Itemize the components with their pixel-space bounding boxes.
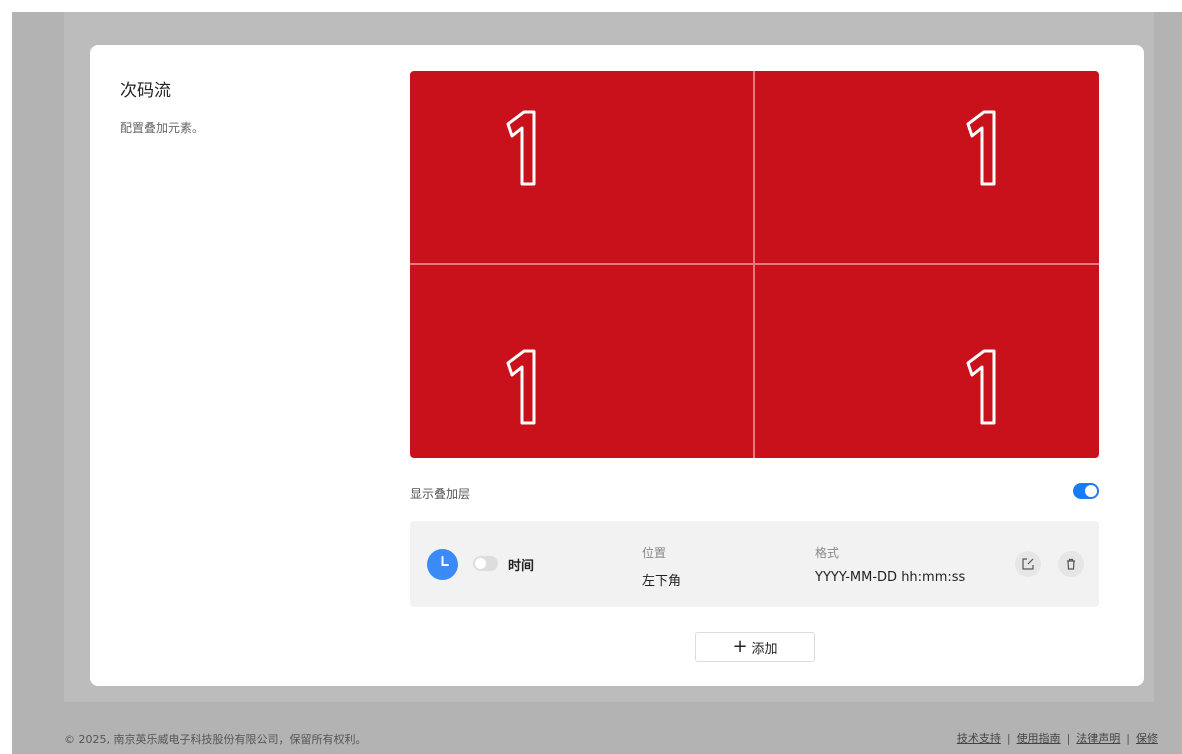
page-footer: © 2025, 南京英乐威电子科技股份有限公司，保留所有权利。 技术支持 | 使… <box>12 716 1182 754</box>
footer-separator: | <box>1126 731 1130 745</box>
tile-number-bottom-left <box>506 349 536 425</box>
format-value: YYYY-MM-DD hh:mm:ss <box>815 570 966 585</box>
edit-button[interactable] <box>1015 551 1041 577</box>
video-preview <box>410 71 1099 458</box>
format-label: 格式 <box>815 546 840 560</box>
preview-divider-horizontal <box>410 263 1099 265</box>
add-overlay-button[interactable]: + 添加 <box>695 632 815 662</box>
overlay-item-row: 时间 位置 左下角 格式 YYYY-MM-DD hh:mm:ss <box>410 521 1099 607</box>
section-description: 配置叠加元素。 <box>120 121 205 135</box>
tile-number-top-right <box>966 110 996 186</box>
show-overlay-row: 显示叠加层 <box>410 483 1099 503</box>
edit-icon <box>1022 558 1034 570</box>
footer-separator: | <box>1006 731 1011 745</box>
position-label: 位置 <box>642 546 667 560</box>
show-overlay-label: 显示叠加层 <box>410 487 471 501</box>
footer-separator: | <box>1066 731 1071 745</box>
plus-icon: + <box>732 636 748 657</box>
footer-link-legal[interactable]: 法律声明 <box>1076 730 1120 746</box>
clock-icon <box>427 549 458 580</box>
overlay-item-name: 时间 <box>508 559 535 574</box>
add-button-label: 添加 <box>751 641 778 657</box>
trash-icon <box>1067 558 1075 570</box>
settings-card: 次码流 配置叠加元素。 显示叠加层 时间 位置 左下角 格式 YYYY-MM-D… <box>90 45 1144 686</box>
section-title: 次码流 <box>120 81 171 101</box>
overlay-item-toggle[interactable] <box>473 556 498 571</box>
copyright-text: © 2025, 南京英乐威电子科技股份有限公司，保留所有权利。 <box>64 733 367 746</box>
delete-button[interactable] <box>1058 551 1084 577</box>
footer-link-tech-support[interactable]: 技术支持 <box>957 730 1001 746</box>
tile-number-bottom-right <box>966 349 996 425</box>
footer-link-warranty[interactable]: 保修 <box>1136 730 1158 746</box>
tile-number-top-left <box>506 110 536 186</box>
position-value: 左下角 <box>642 574 682 589</box>
show-overlay-toggle[interactable] <box>1073 483 1099 499</box>
footer-link-user-guide[interactable]: 使用指南 <box>1017 730 1061 746</box>
footer-links: 技术支持 | 使用指南 | 法律声明 | 保修 <box>957 730 1158 746</box>
